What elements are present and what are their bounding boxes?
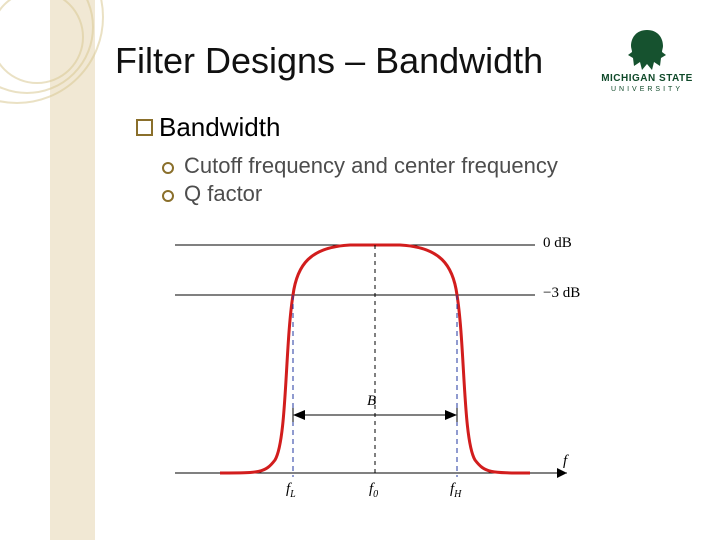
f-low-sub: L	[290, 489, 296, 500]
brand-name: MICHIGAN STATE	[592, 74, 702, 84]
bullet-square-icon	[136, 119, 153, 136]
f-high-sub: H	[454, 489, 461, 500]
list-item-text: Q factor	[184, 181, 262, 207]
sub-list: Cutoff frequency and center frequency Q …	[162, 153, 676, 207]
bullet-ring-icon	[162, 190, 174, 202]
list-item: Cutoff frequency and center frequency	[162, 153, 676, 179]
label-neg3db: −3 dB	[543, 285, 580, 302]
section-heading-row: Bandwidth	[136, 112, 676, 143]
section-heading: Bandwidth	[159, 112, 280, 143]
label-f-axis: f	[563, 453, 567, 470]
bullet-ring-icon	[162, 162, 174, 174]
bandpass-plot	[165, 225, 585, 515]
list-item: Q factor	[162, 181, 676, 207]
content-block: Bandwidth Cutoff frequency and center fr…	[136, 112, 676, 209]
brand-subname: UNIVERSITY	[592, 86, 702, 93]
label-0db: 0 dB	[543, 235, 572, 252]
brand-logo: MICHIGAN STATE UNIVERSITY	[592, 28, 702, 93]
label-bandwidth: B	[367, 393, 376, 410]
label-f-low: fL	[286, 481, 296, 500]
bandpass-figure: 0 dB −3 dB B f fL f0 fH	[165, 225, 585, 515]
f-center-sub: 0	[373, 489, 378, 500]
slide-title: Filter Designs – Bandwidth	[115, 40, 543, 82]
label-f-high: fH	[450, 481, 461, 500]
list-item-text: Cutoff frequency and center frequency	[184, 153, 558, 179]
label-f-center: f0	[369, 481, 378, 500]
spartan-helmet-icon	[622, 28, 672, 72]
